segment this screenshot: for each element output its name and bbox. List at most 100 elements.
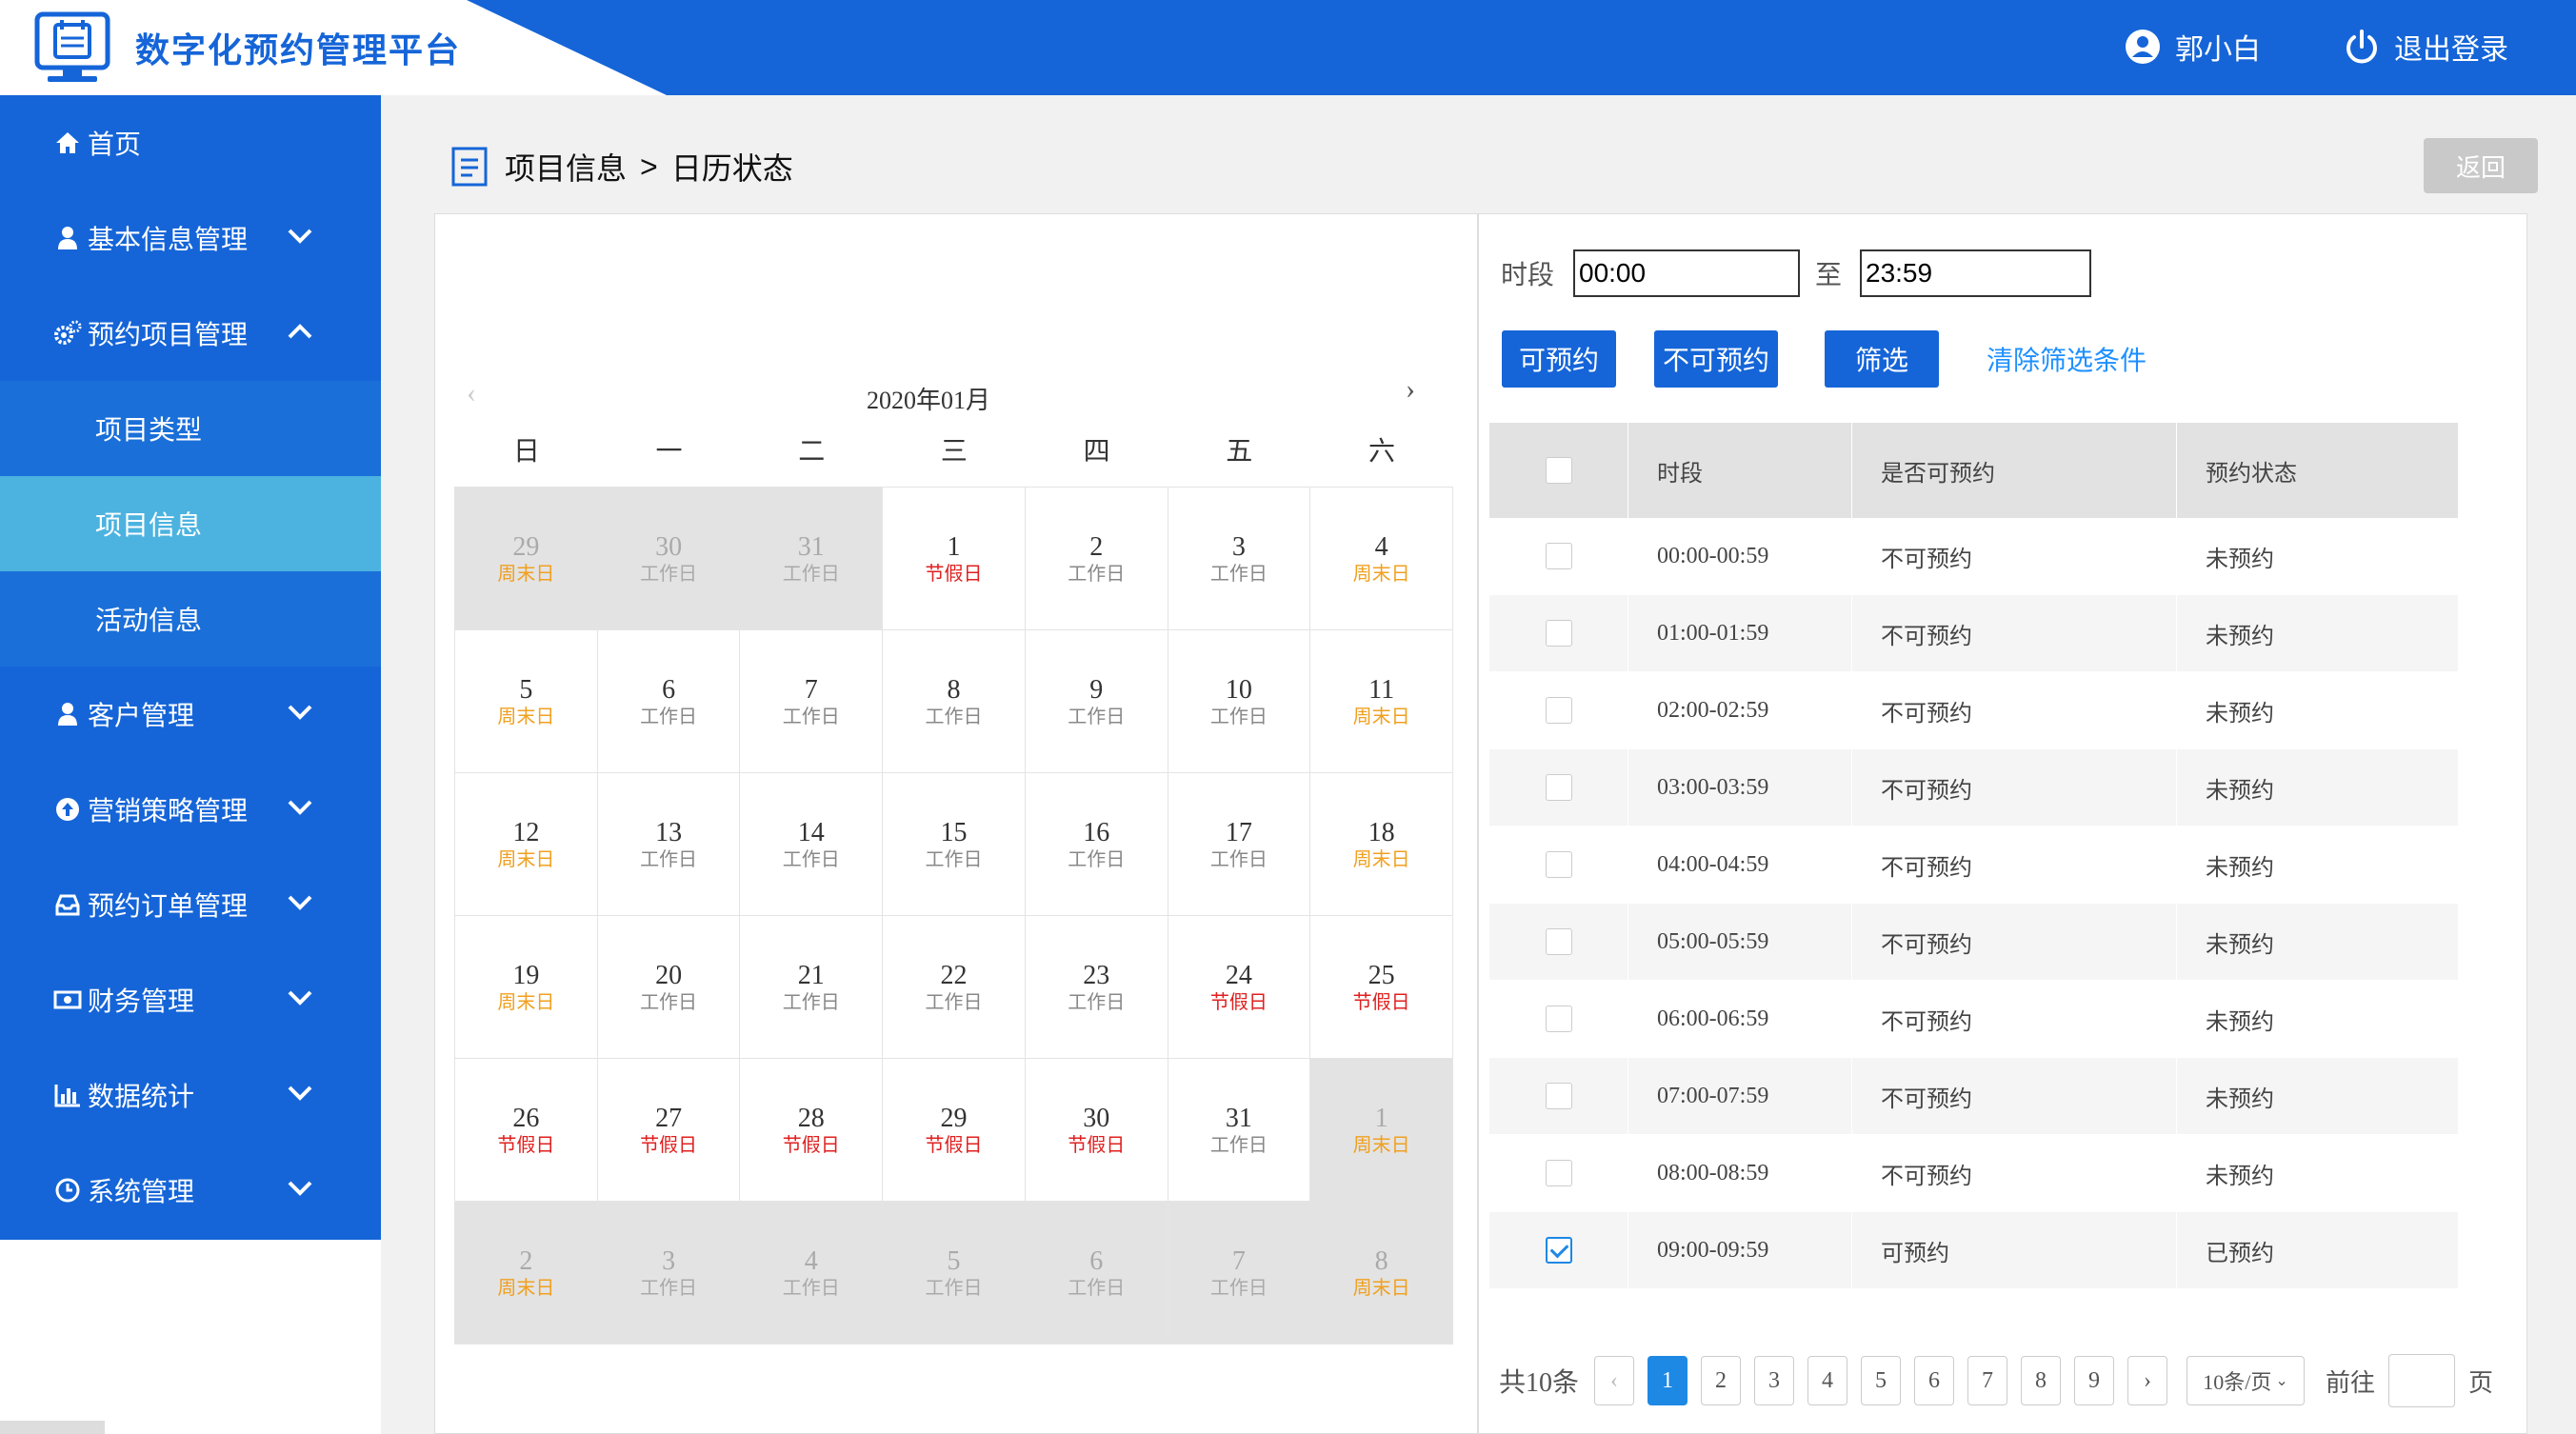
sidebar-item-orders[interactable]: 预约订单管理 (0, 857, 381, 952)
calendar-day-cell[interactable]: 29 周末日 (455, 488, 598, 630)
table-row[interactable]: 05:00-05:59 不可预约 未预约 (1489, 904, 2459, 980)
unavailable-button[interactable]: 不可预约 (1654, 330, 1778, 388)
page-button-1[interactable]: 1 (1647, 1356, 1688, 1405)
calendar-day-cell[interactable]: 6 工作日 (1025, 1202, 1168, 1344)
page-button-3[interactable]: 3 (1754, 1356, 1795, 1405)
calendar-day-cell[interactable]: 9 工作日 (1025, 630, 1168, 773)
calendar-day-cell[interactable]: 10 工作日 (1168, 630, 1311, 773)
page-button-5[interactable]: 5 (1861, 1356, 1902, 1405)
calendar-day-cell[interactable]: 16 工作日 (1025, 773, 1168, 916)
calendar-day-cell[interactable]: 3 工作日 (1168, 488, 1311, 630)
logout-button[interactable]: 退出登录 (2343, 23, 2508, 70)
next-page-button[interactable]: › (2127, 1356, 2168, 1405)
goto-page-input[interactable] (2388, 1354, 2456, 1407)
row-checkbox[interactable] (1545, 1160, 1572, 1186)
select-all-checkbox[interactable] (1545, 457, 1572, 484)
row-checkbox[interactable] (1545, 1237, 1572, 1264)
sidebar-item-basic-info[interactable]: 基本信息管理 (0, 190, 381, 286)
page-button-6[interactable]: 6 (1914, 1356, 1955, 1405)
calendar-day-cell[interactable]: 6 工作日 (597, 630, 741, 773)
calendar-day-cell[interactable]: 8 周末日 (1310, 1202, 1453, 1344)
sidebar-item-statistics[interactable]: 数据统计 (0, 1047, 381, 1143)
row-checkbox[interactable] (1545, 1083, 1572, 1109)
calendar-day-cell[interactable]: 17 工作日 (1168, 773, 1311, 916)
row-checkbox[interactable] (1545, 774, 1572, 801)
calendar-day-cell[interactable]: 14 工作日 (740, 773, 884, 916)
sidebar-subitem-project-info[interactable]: 项目信息 (0, 476, 381, 571)
table-row[interactable]: 04:00-04:59 不可预约 未预约 (1489, 827, 2459, 903)
calendar-day-cell[interactable]: 23 工作日 (1025, 916, 1168, 1059)
calendar-next-button[interactable]: › (1406, 373, 1415, 406)
sidebar-subitem-project-type[interactable]: 项目类型 (0, 381, 381, 476)
table-row[interactable]: 01:00-01:59 不可预约 未预约 (1489, 595, 2459, 671)
calendar-day-cell[interactable]: 2 周末日 (455, 1202, 598, 1344)
clear-filter-link[interactable]: 清除筛选条件 (1987, 340, 2147, 378)
table-row[interactable]: 09:00-09:59 可预约 已预约 (1489, 1212, 2459, 1288)
calendar-day-cell[interactable]: 3 工作日 (597, 1202, 741, 1344)
calendar-day-cell[interactable]: 8 工作日 (883, 630, 1026, 773)
row-checkbox[interactable] (1545, 1006, 1572, 1032)
calendar-day-cell[interactable]: 31 工作日 (1168, 1059, 1311, 1202)
calendar-day-cell[interactable]: 26 节假日 (455, 1059, 598, 1202)
calendar-day-cell[interactable]: 30 工作日 (597, 488, 741, 630)
sidebar-item-booking-project[interactable]: 预约项目管理 (0, 286, 381, 381)
calendar-day-cell[interactable]: 7 工作日 (1168, 1202, 1311, 1344)
row-checkbox[interactable] (1545, 620, 1572, 647)
page-size-select[interactable]: 10条/页 ⌄ (2187, 1356, 2306, 1405)
calendar-day-cell[interactable]: 13 工作日 (597, 773, 741, 916)
table-row[interactable]: 06:00-06:59 不可预约 未预约 (1489, 981, 2459, 1057)
back-button[interactable]: 返回 (2424, 138, 2538, 193)
page-button-8[interactable]: 8 (2021, 1356, 2062, 1405)
calendar-day-cell[interactable]: 28 节假日 (740, 1059, 884, 1202)
calendar-day-cell[interactable]: 18 周末日 (1310, 773, 1453, 916)
table-row[interactable]: 00:00-00:59 不可预约 未预约 (1489, 518, 2459, 594)
user-menu[interactable]: 郭小白 (2124, 23, 2261, 70)
calendar-day-cell[interactable]: 7 工作日 (740, 630, 884, 773)
calendar-day-cell[interactable]: 11 周末日 (1310, 630, 1453, 773)
calendar-day-cell[interactable]: 4 工作日 (740, 1202, 884, 1344)
calendar-day-cell[interactable]: 15 工作日 (883, 773, 1026, 916)
calendar-day-cell[interactable]: 27 节假日 (597, 1059, 741, 1202)
available-button[interactable]: 可预约 (1502, 330, 1616, 388)
table-row[interactable]: 08:00-08:59 不可预约 未预约 (1489, 1135, 2459, 1211)
row-checkbox[interactable] (1545, 851, 1572, 878)
row-checkbox[interactable] (1545, 697, 1572, 724)
table-row[interactable]: 03:00-03:59 不可预约 未预约 (1489, 749, 2459, 826)
calendar-day-cell[interactable]: 1 节假日 (883, 488, 1026, 630)
page-button-2[interactable]: 2 (1701, 1356, 1742, 1405)
table-row[interactable]: 07:00-07:59 不可预约 未预约 (1489, 1058, 2459, 1134)
row-checkbox[interactable] (1545, 543, 1572, 569)
calendar-day-cell[interactable]: 22 工作日 (883, 916, 1026, 1059)
sidebar-subitem-activity-info[interactable]: 活动信息 (0, 571, 381, 667)
sidebar-item-finance[interactable]: 财务管理 (0, 952, 381, 1047)
calendar-prev-button[interactable]: ‹ (467, 377, 476, 409)
time-from-input[interactable] (1573, 249, 1800, 297)
calendar-day-cell[interactable]: 1 周末日 (1310, 1059, 1453, 1202)
time-to-input[interactable] (1860, 249, 2091, 297)
filter-button[interactable]: 筛选 (1825, 330, 1939, 388)
horizontal-scrollbar[interactable] (0, 1421, 105, 1434)
calendar-day-cell[interactable]: 19 周末日 (455, 916, 598, 1059)
calendar-day-cell[interactable]: 29 节假日 (883, 1059, 1026, 1202)
sidebar-item-customers[interactable]: 客户管理 (0, 667, 381, 762)
sidebar-item-marketing[interactable]: 营销策略管理 (0, 762, 381, 857)
sidebar-item-system[interactable]: 系统管理 (0, 1143, 381, 1238)
calendar-day-cell[interactable]: 2 工作日 (1025, 488, 1168, 630)
page-button-9[interactable]: 9 (2074, 1356, 2115, 1405)
page-button-4[interactable]: 4 (1807, 1356, 1848, 1405)
calendar-day-cell[interactable]: 12 周末日 (455, 773, 598, 916)
page-button-7[interactable]: 7 (1967, 1356, 2008, 1405)
calendar-day-cell[interactable]: 24 节假日 (1168, 916, 1311, 1059)
row-checkbox[interactable] (1545, 928, 1572, 955)
calendar-day-cell[interactable]: 20 工作日 (597, 916, 741, 1059)
breadcrumb-parent[interactable]: 项目信息 (505, 145, 627, 189)
prev-page-button[interactable]: ‹ (1594, 1356, 1635, 1405)
table-row[interactable]: 02:00-02:59 不可预约 未预约 (1489, 672, 2459, 748)
sidebar-item-home[interactable]: 首页 (0, 95, 381, 190)
calendar-day-cell[interactable]: 5 周末日 (455, 630, 598, 773)
calendar-day-cell[interactable]: 30 节假日 (1025, 1059, 1168, 1202)
calendar-day-cell[interactable]: 5 工作日 (883, 1202, 1026, 1344)
calendar-day-cell[interactable]: 31 工作日 (740, 488, 884, 630)
calendar-day-cell[interactable]: 25 节假日 (1310, 916, 1453, 1059)
calendar-day-cell[interactable]: 21 工作日 (740, 916, 884, 1059)
